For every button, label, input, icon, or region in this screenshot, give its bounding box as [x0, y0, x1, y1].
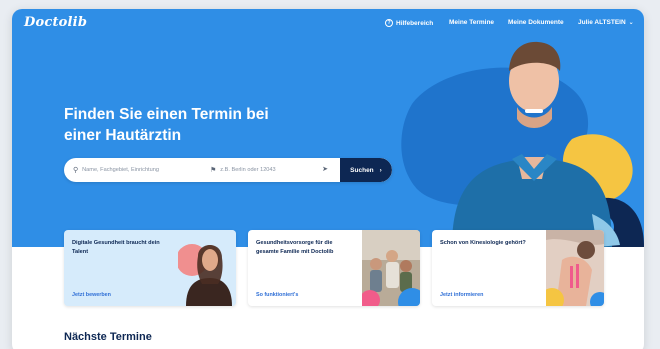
doctolib-logo[interactable]: Doctolib: [24, 15, 87, 30]
headline-line-1: Finden Sie einen Termin bei: [64, 106, 269, 123]
promo-card-title: Gesundheitsvorsorge für die gesamte Fami…: [256, 240, 334, 255]
help-link[interactable]: ? Hilfebereich: [385, 19, 433, 27]
search-icon: ⚲: [73, 167, 79, 174]
promo-cards: Digitale Gesundheit braucht dein Talent …: [64, 230, 604, 306]
location-placeholder: z.B. Berlin oder 12043: [220, 167, 276, 173]
top-navigation: Doctolib ? Hilfebereich Meine Termine Me…: [12, 9, 644, 35]
my-documents-link[interactable]: Meine Dokumente: [508, 19, 564, 26]
navigation-arrow-icon[interactable]: ➤: [322, 165, 328, 173]
promo-card-link[interactable]: Jetzt informieren: [440, 292, 483, 298]
promo-card-kinesiology[interactable]: Schon von Kinesiologie gehört? Jetzt inf…: [432, 230, 604, 306]
help-label: Hilfebereich: [396, 19, 434, 27]
help-circle-icon: ?: [385, 19, 393, 27]
search-button-label: Suchen: [350, 166, 374, 174]
search-button[interactable]: Suchen ›: [340, 158, 392, 182]
hero-banner: Doctolib ? Hilfebereich Meine Termine Me…: [12, 9, 644, 247]
promo-card-title: Schon von Kinesiologie gehört?: [440, 240, 526, 246]
app-window: Doctolib ? Hilfebereich Meine Termine Me…: [12, 9, 644, 349]
promo-card-link[interactable]: Jetzt bewerben: [72, 292, 111, 298]
search-bar: ⚲ Name, Fachgebiet, Einrichtung ⚑ z.B. B…: [64, 158, 392, 182]
hero-headline: Finden Sie einen Termin bei einer Hautär…: [64, 104, 314, 146]
user-name: Julie ALTSTEIN: [578, 19, 626, 26]
chevron-right-icon: ›: [379, 166, 382, 174]
woman-portrait-image: [178, 230, 236, 306]
family-photo-image: [362, 230, 420, 306]
search-placeholder: Name, Fachgebiet, Einrichtung: [82, 167, 159, 173]
headline-line-2: einer Hautärztin: [64, 127, 182, 144]
search-input[interactable]: ⚲ Name, Fachgebiet, Einrichtung: [64, 158, 204, 182]
chevron-down-icon: ⌄: [628, 20, 634, 26]
promo-card-talent[interactable]: Digitale Gesundheit braucht dein Talent …: [64, 230, 236, 306]
my-appointments-link[interactable]: Meine Termine: [449, 19, 494, 26]
next-appointments-heading: Nächste Termine: [64, 331, 152, 343]
user-menu[interactable]: Julie ALTSTEIN ⌄: [578, 19, 634, 26]
promo-card-title: Digitale Gesundheit braucht dein Talent: [72, 240, 160, 255]
kinesiology-photo-image: [546, 230, 604, 306]
promo-card-link[interactable]: So funktioniert's: [256, 292, 298, 298]
map-pin-icon: ⚑: [210, 167, 217, 174]
location-input[interactable]: ⚑ z.B. Berlin oder 12043 ➤: [204, 158, 334, 182]
promo-card-family[interactable]: Gesundheitsvorsorge für die gesamte Fami…: [248, 230, 420, 306]
